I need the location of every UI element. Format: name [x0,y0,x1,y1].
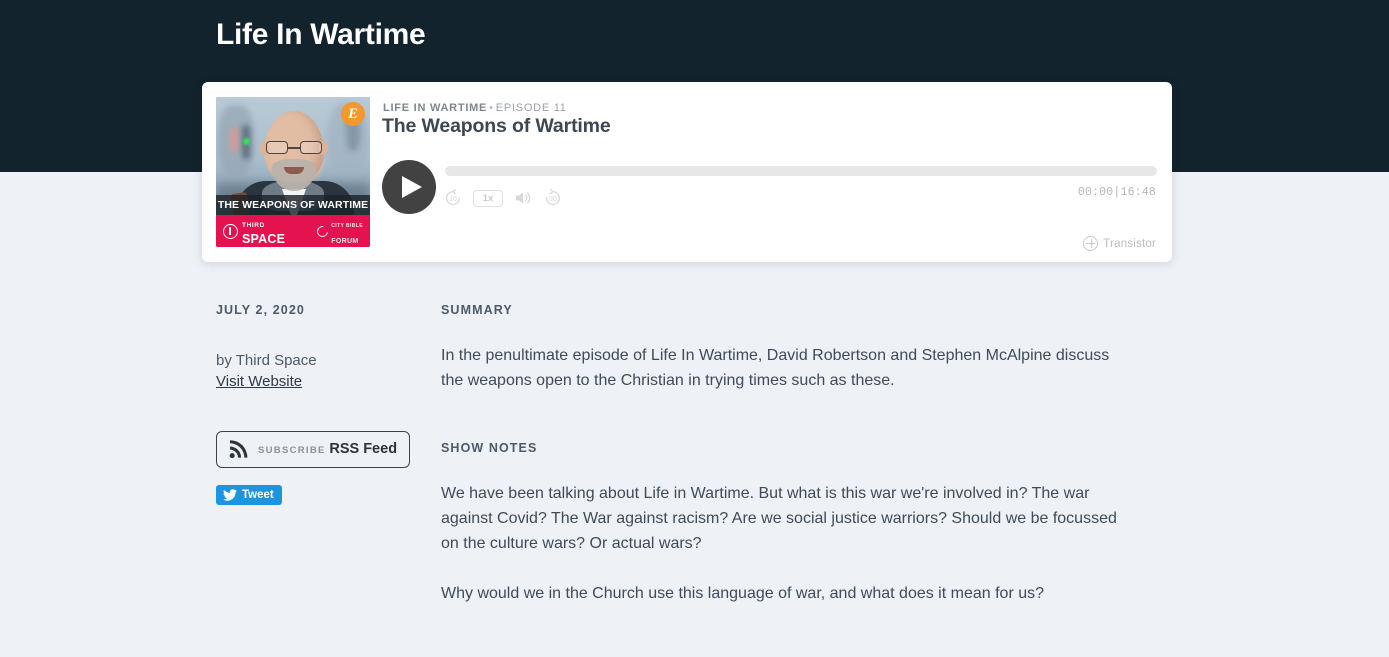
summary-text: In the penultimate episode of Life In Wa… [441,343,1131,393]
third-space-logo-icon [223,223,238,239]
show-notes-heading: SHOW NOTES [441,441,538,455]
twitter-bird-icon [223,488,237,502]
svg-text:30: 30 [549,196,557,203]
show-notes-paragraph: Why would we in the Church use this lang… [441,585,1045,602]
summary-paragraph: In the penultimate episode of Life In Wa… [441,347,1110,389]
rewind-10-icon[interactable]: 10 [443,188,463,208]
third-space-wordmark: THIRD SPACE [242,215,285,247]
third-space-line1: THIRD [242,222,265,229]
city-bible-forum-line2: FORUM [331,238,359,245]
city-bible-forum-logo: CITY BIBLE FORUM [315,215,363,247]
third-space-line2: SPACE [242,232,286,246]
tweet-button[interactable]: Tweet [216,485,282,505]
player-separator: • [489,102,494,114]
volume-icon[interactable] [513,188,533,208]
show-notes-text: We have been talking about Life in Warti… [441,481,1131,606]
city-bible-forum-icon [315,223,331,239]
artwork-background-blur [230,127,239,153]
episode-meta-column: JULY 2, 2020 by Third Space Visit Websit… [216,303,416,507]
svg-text:10: 10 [449,196,457,203]
time-display: 00:00|16:48 [1077,186,1156,199]
artwork-badge-icon: E [341,102,365,126]
city-bible-forum-line1: CITY BIBLE [331,223,363,229]
show-notes-paragraph: We have been talking about Life in Warti… [441,485,1117,552]
episode-artwork: E THE WEAPONS OF WARTIME THIRD SPACE CIT… [216,97,370,247]
artwork-traffic-light-green [243,138,250,145]
transistor-label: Transistor [1103,237,1156,250]
page-title: Life In Wartime [216,18,426,51]
playback-speed-button[interactable]: 1x [473,189,503,207]
podcast-player-card: E THE WEAPONS OF WARTIME THIRD SPACE CIT… [202,82,1172,262]
progress-bar[interactable] [445,166,1157,176]
player-episode-number: EPISODE 11 [495,102,567,114]
player-controls: 10 1x 30 [443,186,563,210]
player-episode-title: The Weapons of Wartime [382,115,611,137]
visit-website-link[interactable]: Visit Website [216,373,302,390]
player-eyebrow: LIFE IN WARTIME • EPISODE 11 [383,102,567,114]
artwork-title-strip: THE WEAPONS OF WARTIME [216,195,370,215]
tweet-label: Tweet [242,489,274,501]
artwork-brand-footer: THIRD SPACE CITY BIBLE FORUM [216,215,370,247]
episode-content-column: SUMMARY In the penultimate episode of Li… [441,303,1141,606]
transistor-attribution[interactable]: Transistor [1083,236,1156,251]
player-show-name: LIFE IN WARTIME [383,102,488,114]
rss-subscribe-label: SUBSCRIBE [258,445,326,457]
summary-heading: SUMMARY [441,303,513,317]
rss-icon [228,439,249,460]
play-button[interactable] [382,160,436,214]
forward-30-icon[interactable]: 30 [543,188,563,208]
publish-date: JULY 2, 2020 [216,303,305,317]
rss-feed-label: RSS Feed [329,441,398,458]
glasses-icon [266,141,322,154]
transistor-logo-icon [1083,236,1099,251]
byline: by Third Space [216,352,317,369]
rss-subscribe-button[interactable]: SUBSCRIBE RSS Feed [216,431,411,468]
